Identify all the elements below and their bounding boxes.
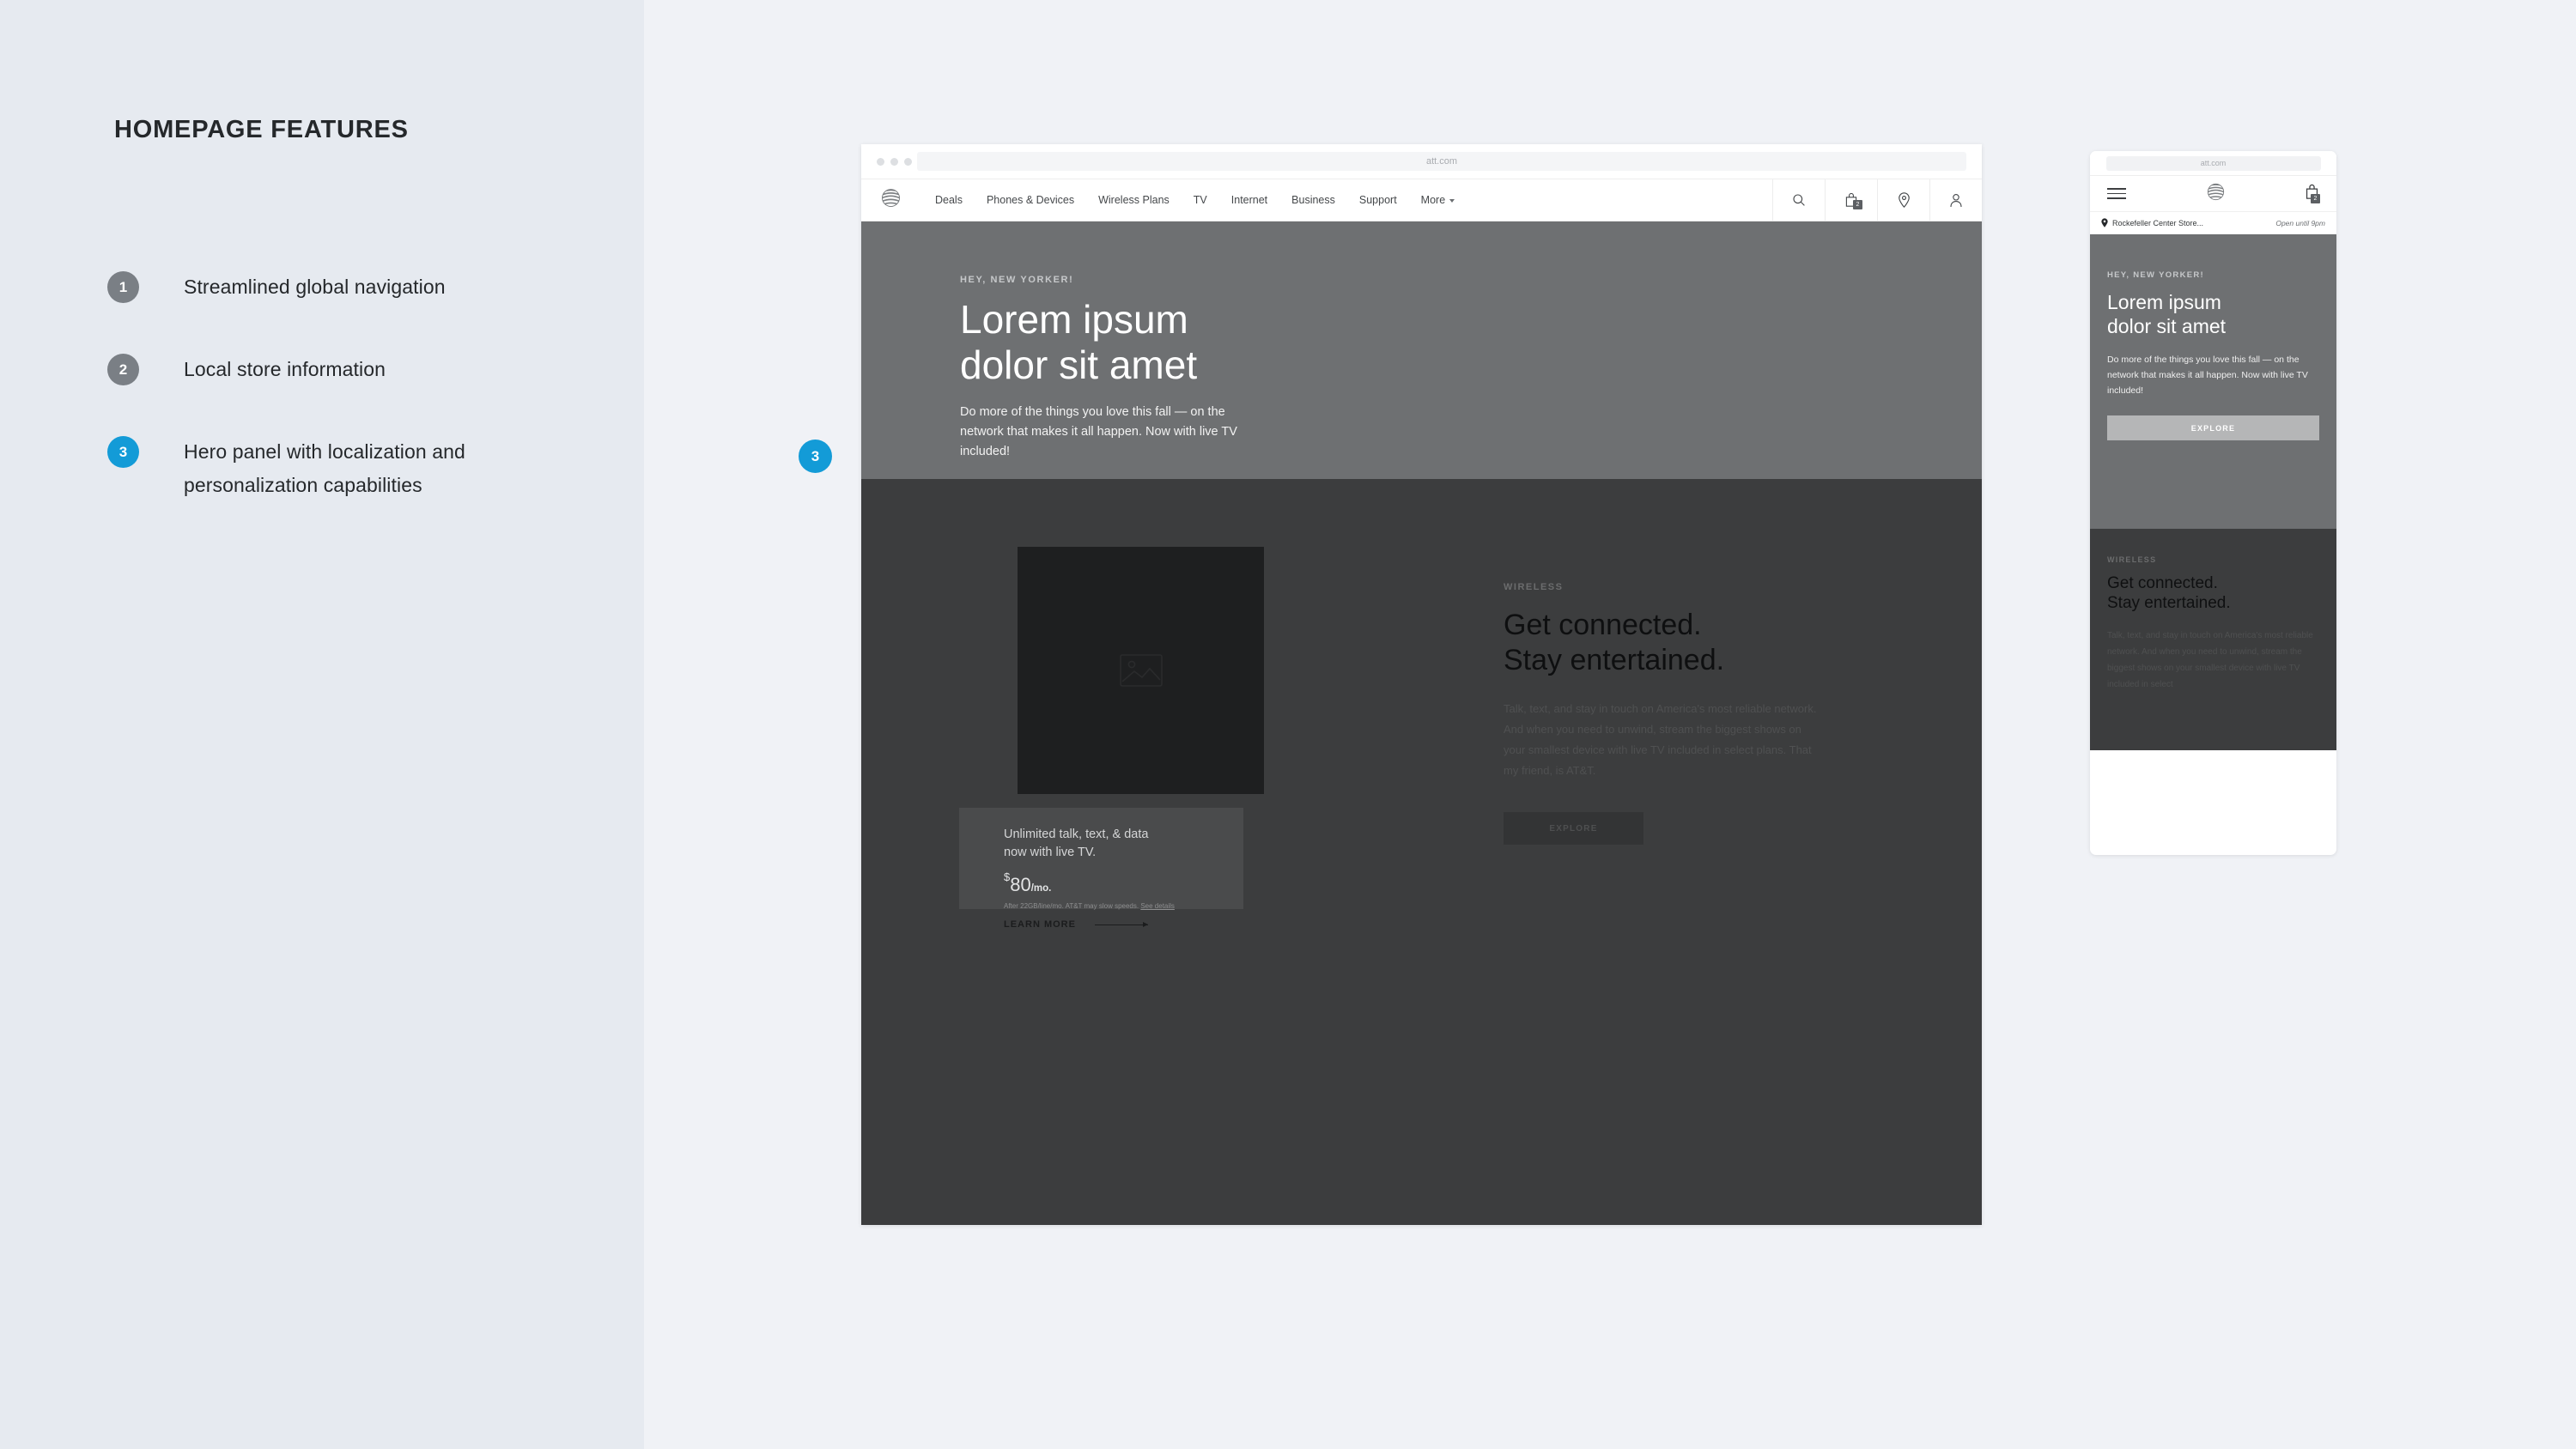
bag-count-badge: 2	[1853, 200, 1862, 209]
wireless-heading-line2: Stay entertained.	[1504, 644, 1725, 676]
features-sidebar: HOMEPAGE FEATURES 1 Streamlined global n…	[0, 0, 644, 1449]
feature-list: 1 Streamlined global navigation 2 Local …	[107, 270, 588, 551]
mobile-wireless-body: Talk, text, and stay in touch on America…	[2107, 631, 2313, 689]
search-icon[interactable]	[1772, 179, 1825, 221]
see-details-link[interactable]: See details	[1140, 902, 1175, 910]
nav-link-deals[interactable]: Deals	[923, 194, 975, 206]
account-person-icon[interactable]	[1929, 179, 1982, 221]
price-period: /mo.	[1030, 883, 1052, 894]
hero-heading: Lorem ipsum dolor sit amet	[960, 297, 1982, 388]
promo-card-price: $80/mo.	[1004, 867, 1243, 899]
wireless-heading-line1: Get connected.	[1504, 609, 1702, 641]
mobile-wireless-eyebrow: WIRELESS	[2107, 555, 2157, 564]
hero-body: Do more of the things you love this fall…	[960, 405, 1237, 458]
wireless-copy-column: WIRELESS Get connected. Stay entertained…	[1504, 582, 1864, 845]
wireless-section: Unlimited talk, text, & data now with li…	[861, 479, 1982, 1225]
window-controls[interactable]	[877, 157, 912, 166]
hero-eyebrow: HEY, NEW YORKER!	[960, 275, 1074, 285]
mobile-hero-heading: Lorem ipsum dolor sit amet	[2107, 290, 2319, 338]
maximize-dot[interactable]	[904, 157, 912, 166]
att-globe-logo[interactable]	[2206, 182, 2226, 206]
wireless-body: Talk, text, and stay in touch on America…	[1504, 702, 1817, 777]
promo-card: Unlimited talk, text, & data now with li…	[959, 808, 1243, 930]
hamburger-menu-icon[interactable]	[2107, 185, 2126, 203]
att-globe-logo[interactable]	[880, 187, 902, 213]
minimize-dot[interactable]	[890, 157, 898, 166]
mobile-hero-body: Do more of the things you love this fall…	[2107, 355, 2308, 396]
store-name-group: Rockefeller Center Store...	[2101, 218, 2203, 227]
price-amount: 80	[1010, 874, 1031, 895]
promo-card-title: Unlimited talk, text, & data now with li…	[1004, 826, 1243, 862]
nav-link-wireless-plans[interactable]: Wireless Plans	[1086, 194, 1182, 206]
callout-badge-3: 3	[799, 440, 832, 473]
nav-links: Deals Phones & Devices Wireless Plans TV…	[923, 194, 1467, 206]
feature-label: Streamlined global navigation	[184, 276, 446, 298]
list-item: 1 Streamlined global navigation	[107, 270, 588, 304]
promo-image-placeholder	[1018, 547, 1264, 794]
nav-link-phones-devices[interactable]: Phones & Devices	[975, 194, 1086, 206]
mobile-wireless-section: WIRELESS Get connected. Stay entertained…	[2090, 529, 2336, 750]
hero-heading-line1: Lorem ipsum	[960, 297, 1188, 342]
mobile-browser-mockup: att.com 2 Rockefeller Center Store... Op…	[2090, 151, 2336, 855]
mobile-hero-eyebrow: HEY, NEW YORKER!	[2107, 270, 2204, 280]
mobile-hero-panel: HEY, NEW YORKER! Lorem ipsum dolor sit a…	[2090, 234, 2336, 529]
mobile-navigation: 2	[2090, 175, 2336, 212]
feature-label: Hero panel with localization and persona…	[184, 440, 465, 496]
shopping-bag-icon[interactable]: 2	[1825, 179, 1877, 221]
feature-number-badge: 1	[107, 271, 139, 303]
learn-more-label: LEARN MORE	[1004, 919, 1076, 930]
wireless-explore-button[interactable]: EXPLORE	[1504, 812, 1643, 845]
list-item: 2 Local store information	[107, 353, 588, 386]
wireless-eyebrow: WIRELESS	[1504, 582, 1564, 592]
mobile-wireless-heading-line1: Get connected.	[2107, 574, 2218, 592]
nav-link-business[interactable]: Business	[1279, 194, 1347, 206]
mobile-wireless-heading-line2: Stay entertained.	[2107, 594, 2231, 612]
fine-print-text: After 22GB/line/mo. AT&T may slow speeds…	[1004, 902, 1139, 910]
nav-link-more-label: More	[1420, 194, 1446, 206]
page-title: HOMEPAGE FEATURES	[114, 116, 409, 143]
location-pin-icon[interactable]	[1877, 179, 1929, 221]
nav-link-support[interactable]: Support	[1347, 194, 1409, 206]
bag-count-badge: 2	[2311, 193, 2320, 203]
list-item: 3 Hero panel with localization and perso…	[107, 435, 588, 502]
mobile-browser-chrome: att.com	[2090, 151, 2336, 175]
mobile-hero-heading-line2: dolor sit amet	[2107, 315, 2227, 337]
nav-link-internet[interactable]: Internet	[1219, 194, 1279, 206]
nav-link-tv[interactable]: TV	[1182, 194, 1219, 206]
store-info-bar[interactable]: Rockefeller Center Store... Open until 9…	[2090, 212, 2336, 234]
wireless-heading: Get connected. Stay entertained.	[1504, 608, 1864, 678]
hero-heading-line2: dolor sit amet	[960, 343, 1198, 387]
promo-card-title-line1: Unlimited talk, text, & data	[1004, 828, 1149, 841]
feature-number-badge: 2	[107, 354, 139, 385]
promo-card-title-line2: now with live TV.	[1004, 846, 1097, 859]
hero-panel: HEY, NEW YORKER! Lorem ipsum dolor sit a…	[861, 221, 1982, 512]
nav-utility-icons: 2	[1772, 179, 1982, 221]
store-hours: Open until 9pm	[2275, 218, 2325, 227]
mobile-hero-explore-button[interactable]: EXPLORE	[2107, 415, 2319, 440]
browser-chrome: att.com	[861, 144, 1982, 179]
chevron-down-icon	[1449, 199, 1455, 203]
address-bar[interactable]: att.com	[917, 152, 1966, 171]
location-pin-icon	[2101, 218, 2108, 227]
feature-number-badge: 3	[107, 436, 139, 468]
promo-card-fine-print: After 22GB/line/mo. AT&T may slow speeds…	[1004, 902, 1243, 910]
close-dot[interactable]	[877, 157, 884, 166]
mobile-hero-heading-line1: Lorem ipsum	[2107, 291, 2221, 313]
learn-more-link[interactable]: LEARN MORE	[1004, 919, 1243, 930]
nav-link-more[interactable]: More	[1409, 194, 1467, 206]
store-name: Rockefeller Center Store...	[2112, 218, 2204, 227]
feature-label: Local store information	[184, 358, 386, 380]
mobile-address-bar[interactable]: att.com	[2105, 155, 2321, 171]
shopping-bag-icon[interactable]: 2	[2305, 184, 2320, 204]
desktop-browser-mockup: att.com Deals Phones & Devices Wireless …	[861, 144, 1982, 1225]
mobile-wireless-heading: Get connected. Stay entertained.	[2107, 573, 2319, 613]
global-navigation: Deals Phones & Devices Wireless Plans TV…	[861, 179, 1982, 221]
